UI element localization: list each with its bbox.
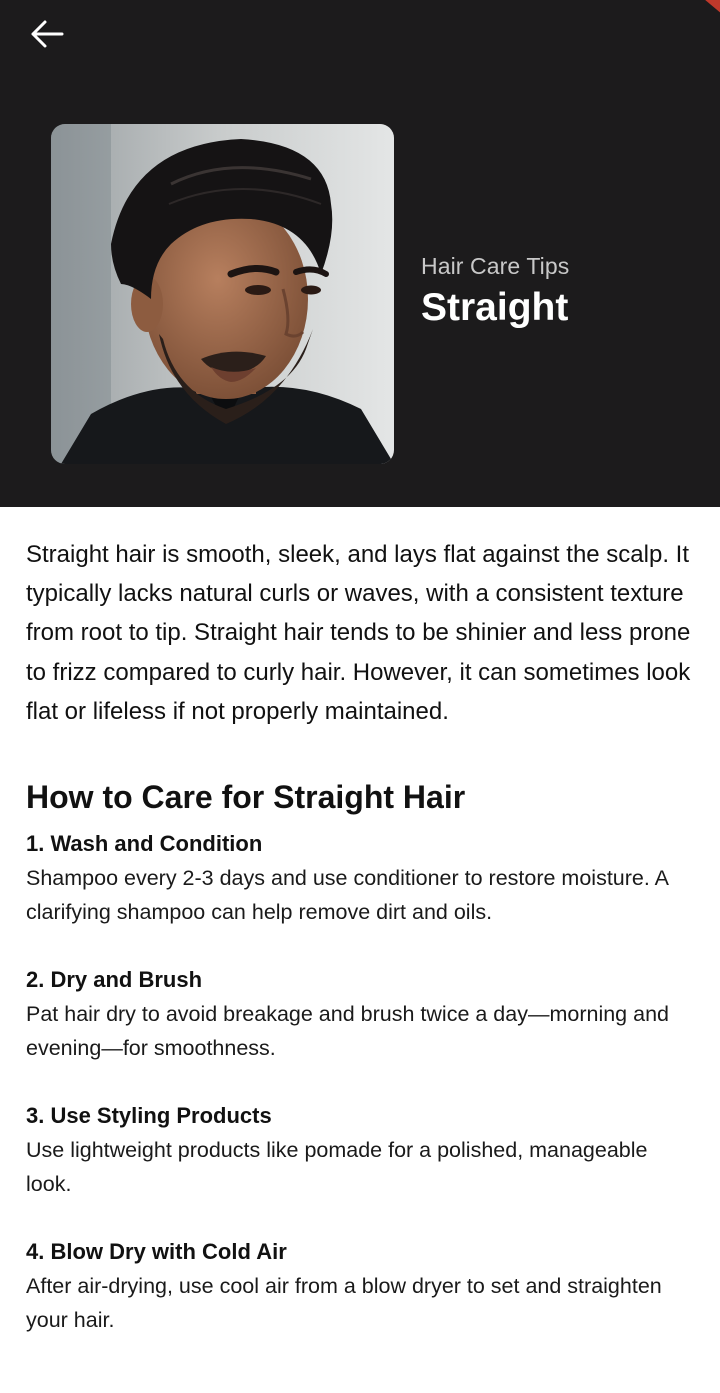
- header-text: Hair Care Tips Straight: [421, 250, 569, 332]
- tip-body: Shampoo every 2-3 days and use condition…: [26, 866, 668, 925]
- tip-item: 1. Wash and Condition Shampoo every 2-3 …: [26, 827, 694, 929]
- content: Straight hair is smooth, sleek, and lays…: [26, 535, 694, 1371]
- tip-body: Use lightweight products like pomade for…: [26, 1138, 648, 1197]
- tip-body: Pat hair dry to avoid breakage and brush…: [26, 1002, 669, 1061]
- care-section-heading: How to Care for Straight Hair: [26, 779, 466, 816]
- tips-list: 1. Wash and Condition Shampoo every 2-3 …: [26, 827, 694, 1337]
- back-button[interactable]: [22, 14, 72, 58]
- category-label: Hair Care Tips: [421, 253, 570, 279]
- header-banner: Hair Care Tips Straight: [0, 0, 720, 507]
- corner-ribbon: [703, 0, 720, 14]
- tip-title: 3. Use Styling Products: [26, 1103, 272, 1129]
- arrow-left-icon: [29, 19, 65, 54]
- tip-body: After air-drying, use cool air from a bl…: [26, 1274, 662, 1333]
- intro-paragraph: Straight hair is smooth, sleek, and lays…: [26, 541, 691, 725]
- hero-image: [51, 124, 394, 464]
- tip-title: 1. Wash and Condition: [26, 831, 263, 857]
- tip-item: 2. Dry and Brush Pat hair dry to avoid b…: [26, 963, 694, 1065]
- page-title: Straight: [421, 286, 569, 329]
- tip-item: 3. Use Styling Products Use lightweight …: [26, 1099, 694, 1201]
- tip-title: 4. Blow Dry with Cold Air: [26, 1239, 287, 1265]
- tip-item: 4. Blow Dry with Cold Air After air-dryi…: [26, 1235, 694, 1337]
- tip-title: 2. Dry and Brush: [26, 967, 203, 993]
